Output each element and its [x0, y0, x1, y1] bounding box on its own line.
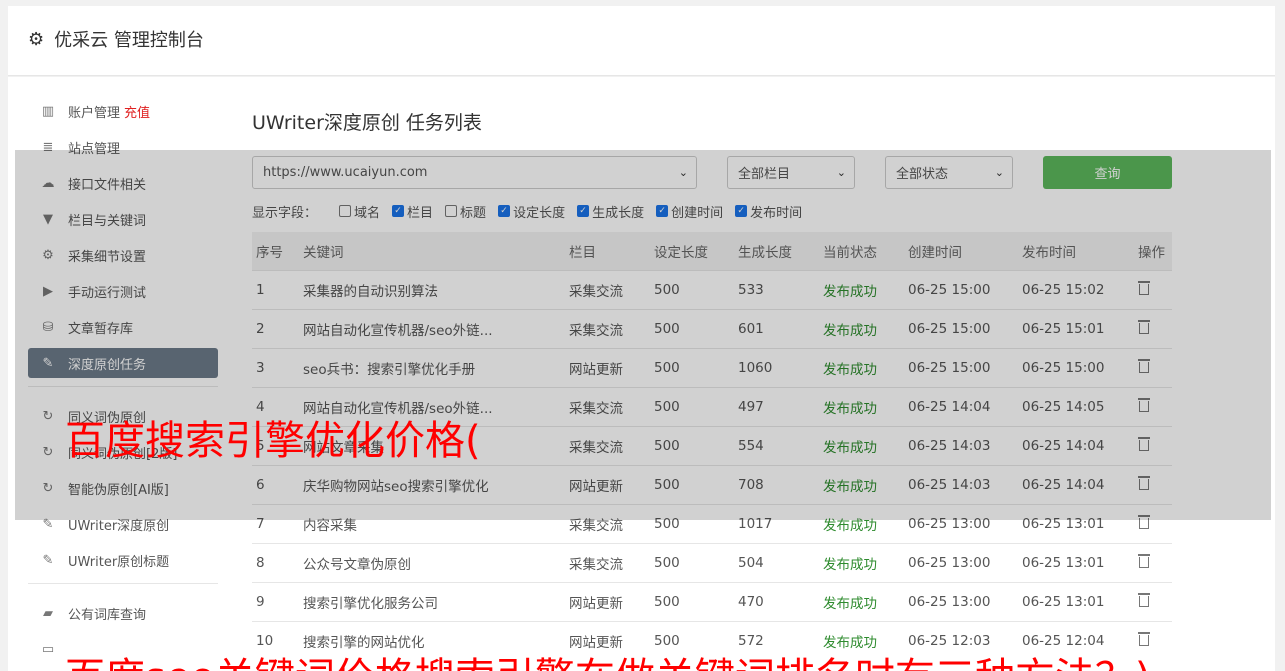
- table-cell: 发布成功: [819, 581, 904, 621]
- table-cell: 06-25 13:00: [904, 581, 1018, 621]
- sidebar-item-label: 账户管理: [68, 105, 121, 121]
- table-cell: 06-25 13:00: [904, 542, 1018, 582]
- trash-icon[interactable]: [1138, 553, 1150, 568]
- sidebar-item-label: 公有词库查询: [68, 607, 147, 623]
- edit-icon: ✎: [42, 552, 54, 568]
- overlay-bottom-headline: 百度seo关键词价格搜索引擎在做关键词排名时有三种方法？): [65, 645, 1151, 671]
- recharge-link[interactable]: 充值: [124, 102, 150, 121]
- bar-chart-icon: ▥: [41, 103, 55, 119]
- table-cell: 8: [252, 542, 299, 582]
- action-cell: [1134, 542, 1172, 582]
- table-cell: 504: [734, 542, 819, 582]
- table-cell: 9: [252, 581, 299, 621]
- table-cell: 搜索引擎优化服务公司: [299, 581, 565, 621]
- table-row: 9 搜索引擎优化服务公司 网站更新 500 470 发布成功 06-25 13:00 06-2…: [252, 581, 1172, 621]
- trash-icon[interactable]: [1138, 631, 1150, 646]
- app-title: ⚙ 优采云 管理控制台: [28, 26, 204, 52]
- sidebar-item[interactable]: ▥ 账户管理 充值: [28, 96, 218, 126]
- top-bar: ⚙ 优采云 管理控制台: [8, 6, 1275, 76]
- table-cell: 网站更新: [565, 581, 650, 621]
- table-cell: 470: [734, 581, 819, 621]
- trash-icon[interactable]: [1138, 592, 1150, 607]
- overlay-headline: 百度搜索引擎优化价格(: [65, 418, 481, 464]
- table-cell: 06-25 13:01: [1018, 581, 1134, 621]
- sidebar-item[interactable]: ▰ 公有词库查询: [28, 598, 218, 628]
- table-cell: 采集交流: [565, 542, 650, 582]
- page-title: UWriter深度原创 任务列表: [252, 112, 482, 134]
- table-cell: 06-25 13:01: [1018, 542, 1134, 582]
- table-row: 8 公众号文章伪原创 采集交流 500 504 发布成功 06-25 13:00 06-25 …: [252, 542, 1172, 582]
- table-cell: 500: [650, 581, 734, 621]
- table-cell: 公众号文章伪原创: [299, 542, 565, 582]
- sidebar-item-label: UWriter原创标题: [68, 554, 170, 570]
- nav-divider: [28, 583, 218, 584]
- main-content: UWriter深度原创 任务列表 https://www.ucaiyun.com…: [252, 96, 1172, 660]
- book-icon: ▰: [43, 605, 53, 621]
- action-cell: [1134, 581, 1172, 621]
- app-title-text: 优采云 管理控制台: [54, 30, 204, 51]
- table-cell: 500: [650, 542, 734, 582]
- table-cell: 发布成功: [819, 542, 904, 582]
- monitor-icon: ▭: [41, 641, 55, 657]
- gear-icon: ⚙: [28, 28, 45, 50]
- sidebar-item[interactable]: ✎ UWriter原创标题: [28, 545, 218, 575]
